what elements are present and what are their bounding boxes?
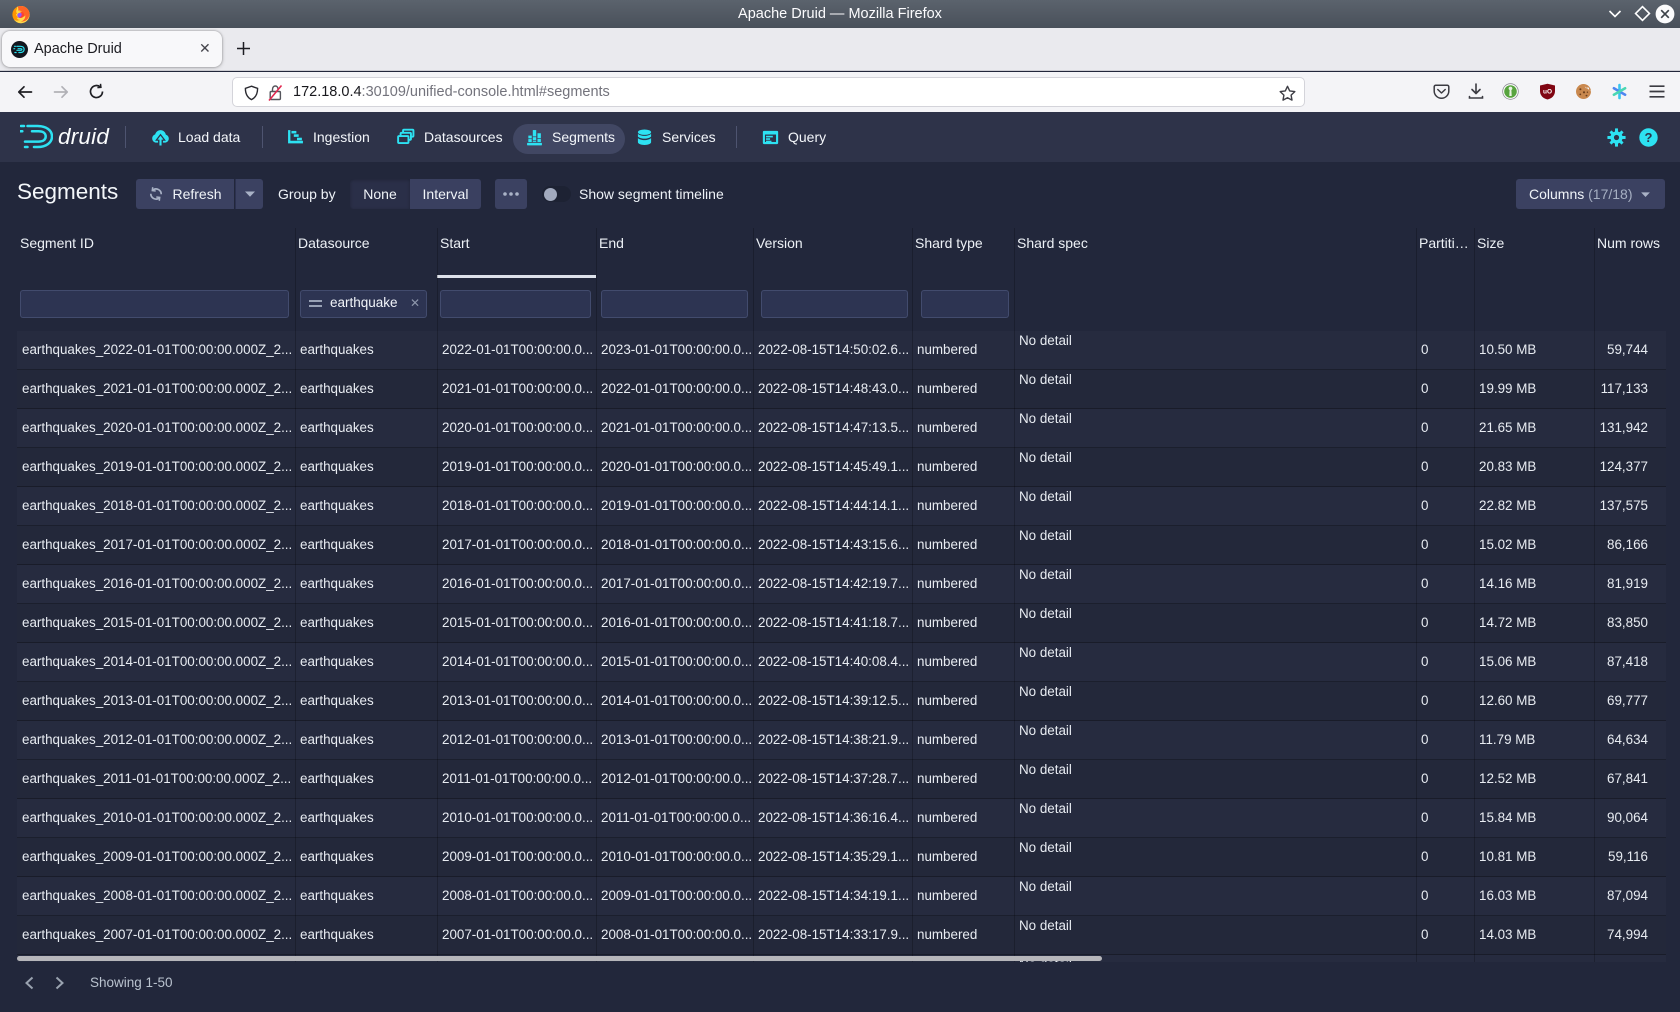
svg-text:?: ? xyxy=(1645,130,1653,145)
svg-text:uO: uO xyxy=(1543,89,1552,96)
